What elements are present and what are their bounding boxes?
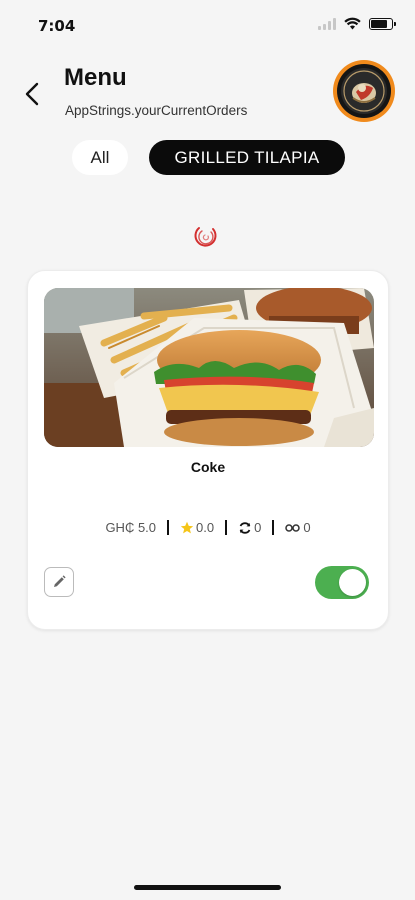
rating-stat: 0.0 bbox=[180, 520, 214, 535]
pencil-icon bbox=[54, 575, 66, 587]
views-icon bbox=[285, 523, 301, 532]
page-title: Menu bbox=[64, 64, 127, 91]
star-icon bbox=[180, 521, 194, 533]
food-image bbox=[44, 288, 374, 447]
refresh-icon bbox=[239, 521, 251, 534]
status-icons bbox=[318, 17, 396, 30]
profile-avatar[interactable] bbox=[333, 60, 395, 122]
back-button[interactable] bbox=[18, 77, 48, 111]
filter-chip-grilled-tilapia[interactable]: GRILLED TILAPIA bbox=[149, 140, 345, 175]
item-name: Coke bbox=[190, 459, 226, 475]
back-arrow-icon bbox=[25, 82, 39, 106]
battery-icon bbox=[369, 17, 396, 30]
filter-chip-all[interactable]: All bbox=[72, 140, 128, 175]
toggle-knob bbox=[339, 569, 366, 596]
item-price: GH₵ 5.0 bbox=[105, 520, 157, 535]
home-indicator bbox=[134, 885, 281, 890]
page-subtitle: AppStrings.yourCurrentOrders bbox=[65, 103, 248, 118]
status-time: 7:04 bbox=[38, 17, 76, 35]
loading-spinner-icon bbox=[194, 227, 217, 247]
stats-divider bbox=[272, 520, 275, 535]
status-bar: 7:04 bbox=[0, 0, 415, 50]
stats-divider bbox=[167, 520, 170, 535]
wifi-icon bbox=[344, 17, 361, 30]
menu-item-card[interactable]: Coke GH₵ 5.0 0.0 0 0 bbox=[27, 270, 389, 630]
cellular-signal-icon bbox=[318, 17, 336, 30]
item-stats: GH₵ 5.0 0.0 0 0 bbox=[28, 520, 388, 535]
views-stat: 0 bbox=[285, 520, 311, 535]
reorders-value: 0 bbox=[254, 520, 262, 535]
views-value: 0 bbox=[303, 520, 311, 535]
rating-value: 0.0 bbox=[196, 520, 215, 535]
edit-button[interactable] bbox=[44, 567, 74, 597]
reorder-stat: 0 bbox=[238, 520, 261, 535]
availability-toggle[interactable] bbox=[315, 566, 369, 599]
avatar-image bbox=[337, 64, 391, 118]
stats-divider bbox=[225, 520, 228, 535]
